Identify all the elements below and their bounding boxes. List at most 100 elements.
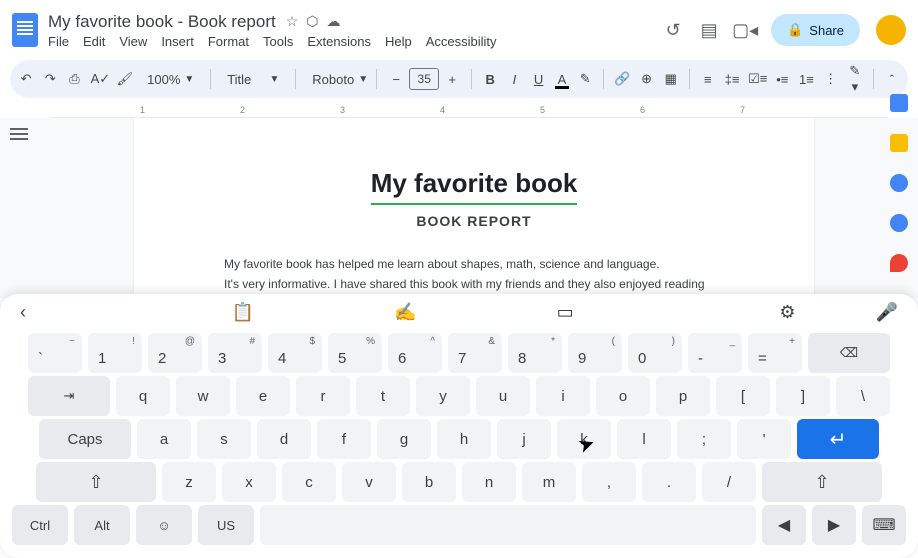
key-[[interactable]: [	[716, 376, 770, 416]
key-g[interactable]: g	[377, 419, 431, 459]
key-5[interactable]: %5	[328, 333, 382, 373]
menu-help[interactable]: Help	[385, 34, 412, 49]
key-z[interactable]: z	[162, 462, 216, 502]
key-h[interactable]: h	[437, 419, 491, 459]
style-select[interactable]: Title▼	[221, 70, 285, 89]
key-2[interactable]: @2	[148, 333, 202, 373]
document-title[interactable]: My favorite book - Book report	[48, 12, 276, 32]
calendar-icon[interactable]	[890, 94, 908, 112]
avatar[interactable]	[876, 15, 906, 45]
highlight-icon[interactable]: ✎	[577, 71, 593, 87]
key-7[interactable]: &7	[448, 333, 502, 373]
collapse-icon[interactable]: ˆ	[884, 72, 900, 87]
key-y[interactable]: y	[416, 376, 470, 416]
checklist-icon[interactable]: ☑≡	[748, 71, 766, 87]
settings-icon[interactable]: ⚙	[779, 302, 795, 323]
key-ctrl[interactable]: Ctrl	[12, 505, 68, 545]
menu-edit[interactable]: Edit	[83, 34, 105, 49]
key-3[interactable]: #3	[208, 333, 262, 373]
key-s[interactable]: s	[197, 419, 251, 459]
key-right-arrow[interactable]: ▶	[812, 505, 856, 545]
font-size-input[interactable]: 35	[409, 68, 439, 90]
key-v[interactable]: v	[342, 462, 396, 502]
outline-panel[interactable]	[0, 118, 34, 298]
key-.[interactable]: .	[642, 462, 696, 502]
kb-back-icon[interactable]: ‹	[20, 302, 26, 323]
key-left-arrow[interactable]: ◀	[762, 505, 806, 545]
mic-icon[interactable]: 🎤	[876, 302, 898, 323]
comment-icon[interactable]: ⊕	[638, 71, 654, 87]
bold-icon[interactable]: B	[482, 72, 498, 87]
key-6[interactable]: ^6	[388, 333, 442, 373]
key-space[interactable]	[260, 505, 756, 545]
comments-icon[interactable]: ▤	[699, 20, 719, 40]
key-1[interactable]: !1	[88, 333, 142, 373]
underline-icon[interactable]: U	[531, 72, 547, 87]
menu-file[interactable]: File	[48, 34, 69, 49]
key-lang[interactable]: US	[198, 505, 254, 545]
key-9[interactable]: (9	[568, 333, 622, 373]
key-f[interactable]: f	[317, 419, 371, 459]
menu-format[interactable]: Format	[208, 34, 249, 49]
menu-extensions[interactable]: Extensions	[307, 34, 371, 49]
key-emoji[interactable]: ☺	[136, 505, 192, 545]
key-u[interactable]: u	[476, 376, 530, 416]
zoom-select[interactable]: 100%▼	[141, 70, 200, 89]
key-backspace[interactable]: ⌫	[808, 333, 890, 373]
italic-icon[interactable]: I	[506, 72, 522, 87]
line-spacing-icon[interactable]: ‡≡	[724, 72, 740, 87]
menu-accessibility[interactable]: Accessibility	[426, 34, 497, 49]
key-shift-left[interactable]: ⇧	[36, 462, 156, 502]
image-icon[interactable]: ▦	[663, 71, 679, 87]
clipboard-icon[interactable]: 📋	[232, 302, 254, 323]
key-k[interactable]: k	[557, 419, 611, 459]
key-c[interactable]: c	[282, 462, 336, 502]
align-icon[interactable]: ≡	[700, 72, 716, 87]
key-0[interactable]: )0	[628, 333, 682, 373]
key-8[interactable]: *8	[508, 333, 562, 373]
ruler[interactable]: 1 2 3 4 5 6 7	[50, 104, 888, 118]
bullet-list-icon[interactable]: •≡	[774, 72, 790, 87]
move-icon[interactable]: ⬡	[306, 13, 318, 30]
key-tab[interactable]: ⇥	[28, 376, 110, 416]
star-icon[interactable]: ☆	[286, 13, 299, 30]
text-color-icon[interactable]: A	[555, 72, 569, 87]
key-enter[interactable]: ↵	[797, 419, 879, 459]
spellcheck-icon[interactable]: A✓	[91, 71, 109, 87]
key-\[interactable]: \	[836, 376, 890, 416]
handwriting-icon[interactable]: ✍	[394, 302, 416, 323]
paint-format-icon[interactable]: 🖌	[117, 71, 134, 87]
key-caps[interactable]: Caps	[39, 419, 131, 459]
key-t[interactable]: t	[356, 376, 410, 416]
key-n[interactable]: n	[462, 462, 516, 502]
key-shift-right[interactable]: ⇧	[762, 462, 882, 502]
key-x[interactable]: x	[222, 462, 276, 502]
tasks-icon[interactable]	[890, 174, 908, 192]
key-;[interactable]: ;	[677, 419, 731, 459]
key-alt[interactable]: Alt	[74, 505, 130, 545]
contacts-icon[interactable]	[890, 214, 908, 232]
redo-icon[interactable]: ↷	[42, 71, 58, 87]
font-select[interactable]: Roboto▼	[306, 70, 366, 89]
key-][interactable]: ]	[776, 376, 830, 416]
key-e[interactable]: e	[236, 376, 290, 416]
key-q[interactable]: q	[116, 376, 170, 416]
key--[interactable]: _-	[688, 333, 742, 373]
float-icon[interactable]: ▭	[557, 302, 574, 323]
key-a[interactable]: a	[137, 419, 191, 459]
key-=[interactable]: +=	[748, 333, 802, 373]
key-p[interactable]: p	[656, 376, 710, 416]
key-o[interactable]: o	[596, 376, 650, 416]
key-b[interactable]: b	[402, 462, 456, 502]
document-page[interactable]: My favorite book BOOK REPORT My favorite…	[134, 118, 814, 298]
key-4[interactable]: $4	[268, 333, 322, 373]
key-i[interactable]: i	[536, 376, 590, 416]
font-size-increase[interactable]: +	[443, 72, 461, 87]
key-/[interactable]: /	[702, 462, 756, 502]
menu-tools[interactable]: Tools	[263, 34, 293, 49]
more-icon[interactable]: ⋮	[823, 71, 839, 87]
number-list-icon[interactable]: 1≡	[798, 72, 814, 87]
share-button[interactable]: 🔒 Share	[771, 14, 860, 46]
print-icon[interactable]: ⎙	[66, 71, 82, 87]
undo-icon[interactable]: ↶	[18, 71, 34, 87]
